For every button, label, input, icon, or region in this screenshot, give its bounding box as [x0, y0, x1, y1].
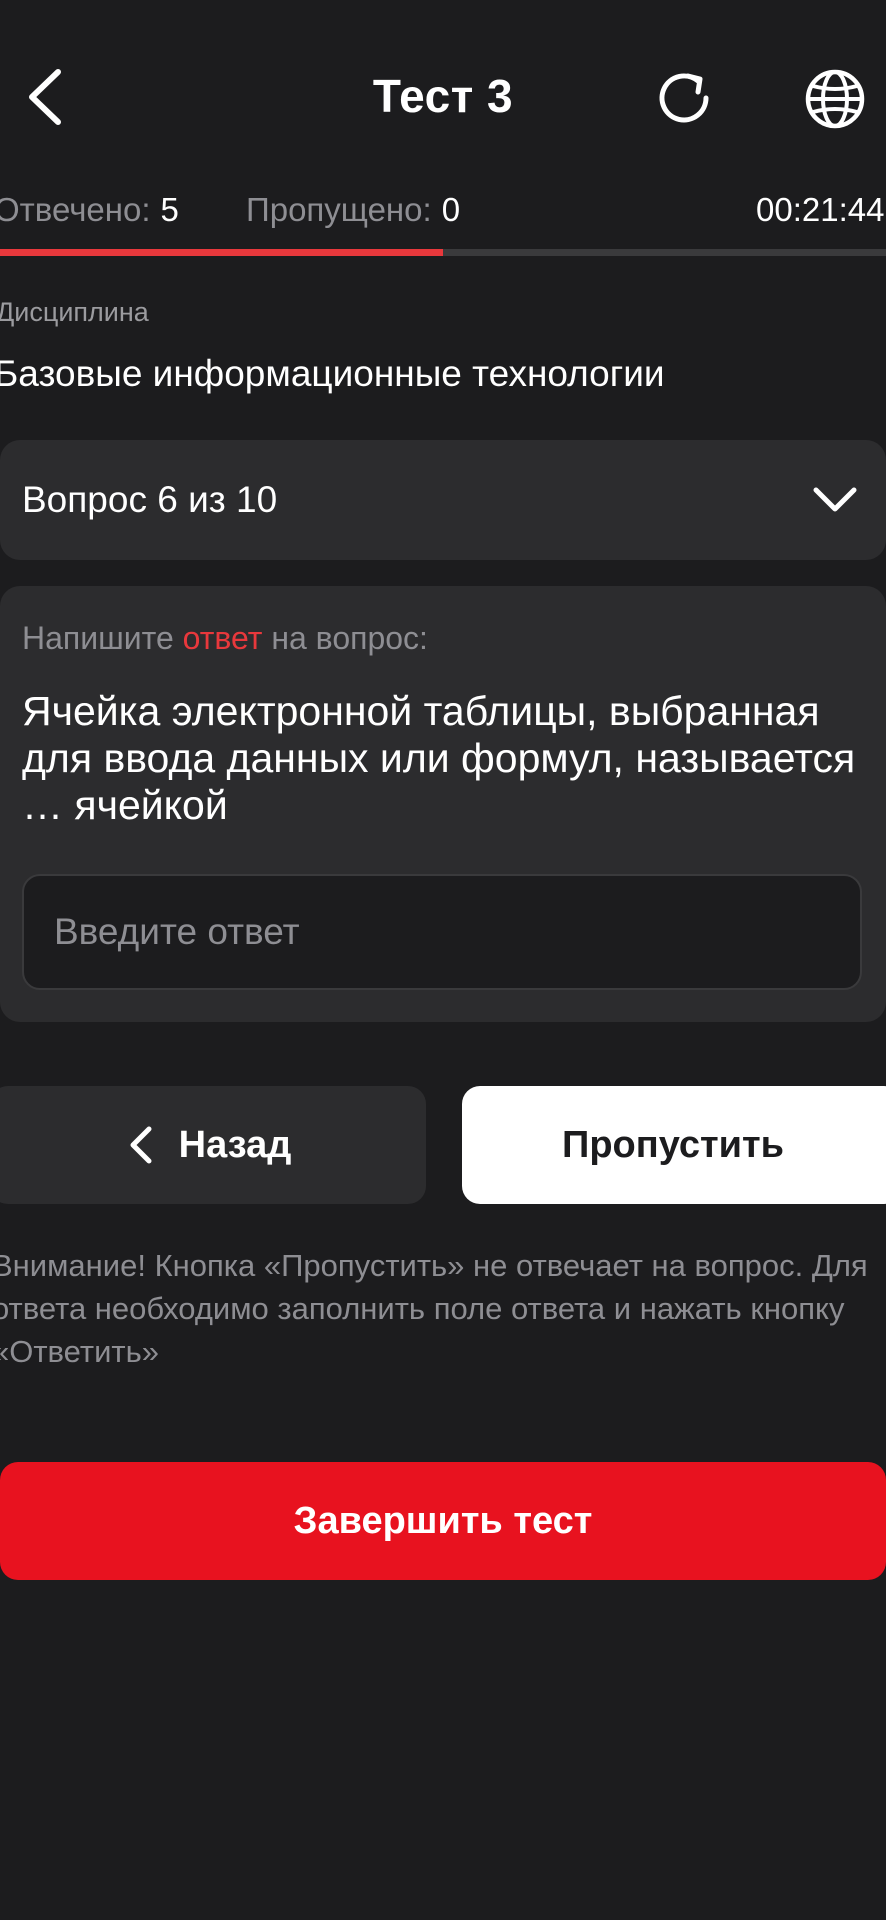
- skip-button[interactable]: Пропустить: [462, 1086, 886, 1204]
- answer-input[interactable]: [22, 874, 862, 990]
- progress-bar: [0, 249, 886, 256]
- discipline-value: Базовые информационные технологии: [0, 353, 665, 394]
- back-button-label: Назад: [178, 1123, 292, 1166]
- question-selector-label: Вопрос 6 из 10: [22, 479, 278, 520]
- timer: 00:21:44: [756, 191, 885, 228]
- chevron-down-icon: [810, 478, 860, 522]
- question-text: Ячейка электронной таблицы, выбранная дл…: [22, 688, 856, 828]
- finish-test-label: Завершить тест: [293, 1499, 593, 1542]
- question-card: Напишите ответ на вопрос: Ячейка электро…: [0, 586, 886, 1022]
- prompt-accent: ответ: [182, 620, 263, 656]
- skip-notice: Внимание! Кнопка «Пропустить» не отвечае…: [0, 1248, 868, 1369]
- refresh-icon[interactable]: [654, 66, 718, 130]
- page-title: Тест 3: [372, 70, 514, 122]
- answered-counter: Отвечено: 5: [0, 188, 179, 232]
- back-button[interactable]: Назад: [0, 1086, 426, 1204]
- discipline-label: Дисциплина: [0, 297, 149, 327]
- globe-icon[interactable]: [800, 64, 870, 134]
- prompt-text-before: Напишите: [22, 620, 183, 656]
- skipped-counter: Пропущено: 0: [246, 188, 460, 232]
- question-selector[interactable]: Вопрос 6 из 10: [0, 440, 886, 560]
- skipped-value: 0: [441, 191, 461, 228]
- skip-button-label: Пропустить: [562, 1123, 784, 1166]
- chevron-left-icon: [125, 1123, 155, 1167]
- question-prompt: Напишите ответ на вопрос:: [22, 616, 428, 660]
- finish-test-button[interactable]: Завершить тест: [0, 1462, 886, 1580]
- answered-value: 5: [160, 191, 179, 228]
- prompt-text-after: на вопрос:: [262, 620, 428, 656]
- progress-fill: [0, 249, 443, 256]
- answered-label: Отвечено:: [0, 191, 151, 228]
- skipped-label: Пропущено:: [246, 191, 432, 228]
